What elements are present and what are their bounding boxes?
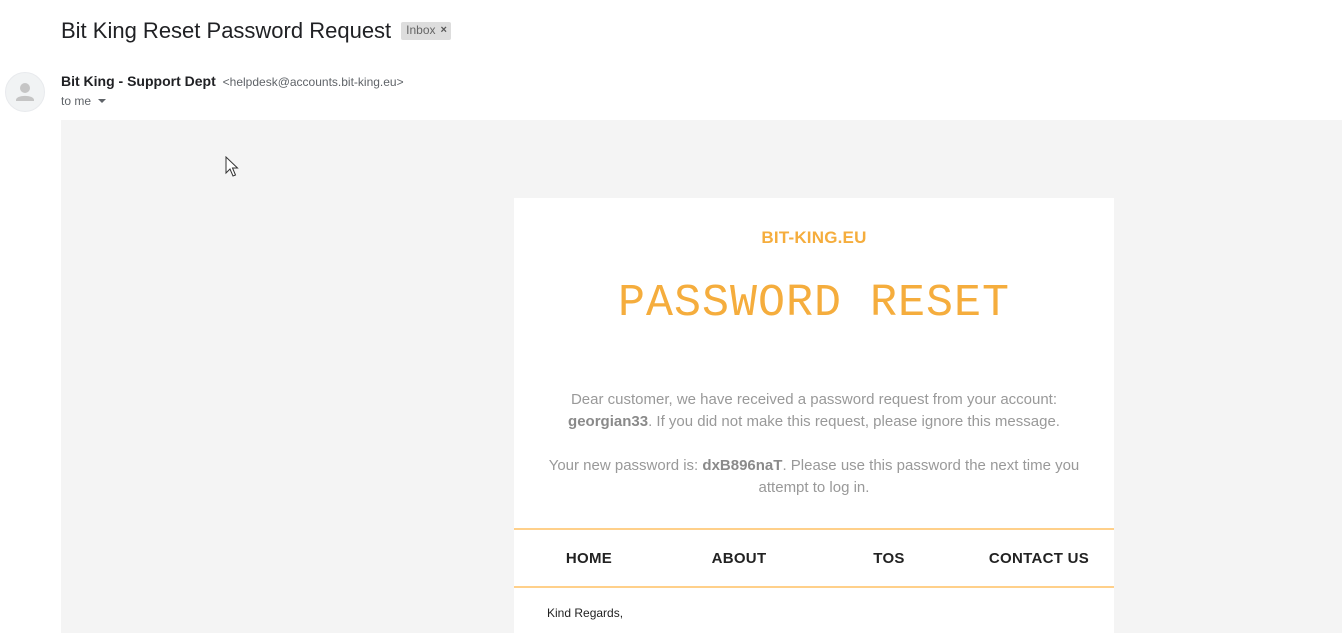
new-password: dxB896naT <box>702 457 783 474</box>
para2-start: Your new password is: <box>548 457 703 474</box>
close-icon[interactable]: × <box>441 23 447 38</box>
email-body-background: BIT-KING.EU PASSWORD RESET Dear customer… <box>61 120 1342 633</box>
subject-row: Bit King Reset Password Request Inbox × <box>61 16 451 46</box>
headline: PASSWORD RESET <box>617 278 1011 329</box>
email-card: BIT-KING.EU PASSWORD RESET Dear customer… <box>514 198 1114 633</box>
avatar-icon[interactable] <box>5 72 45 112</box>
para1-end: . If you did not make this request, plea… <box>648 413 1060 430</box>
email-subject: Bit King Reset Password Request <box>61 18 392 43</box>
closing-text: Kind Regards, <box>547 606 624 620</box>
para1-start: Dear customer, we have received a passwo… <box>570 391 1058 408</box>
inbox-label-chip[interactable]: Inbox × <box>401 22 451 40</box>
nav-about-link[interactable]: ABOUT <box>664 550 814 567</box>
nav-tos-link[interactable]: TOS <box>814 550 964 567</box>
para2-end: . Please use this password the next time… <box>758 457 1080 496</box>
footer-nav: HOME ABOUT TOS CONTACT US <box>514 528 1114 588</box>
nav-home-link[interactable]: HOME <box>514 550 664 567</box>
nav-contact-link[interactable]: CONTACT US <box>964 550 1114 567</box>
brand-name: BIT-KING.EU <box>761 228 867 247</box>
recipient-details-toggle[interactable]: to me <box>61 94 107 108</box>
mouse-cursor-icon <box>225 156 239 177</box>
chevron-down-icon[interactable] <box>98 99 107 103</box>
username: georgian33 <box>568 413 649 430</box>
sender-name[interactable]: Bit King - Support Dept <box>61 73 216 89</box>
password-paragraph: Your new password is: dxB896naT. Please … <box>539 455 1089 499</box>
label-chip-text: Inbox <box>406 23 436 37</box>
message-paragraph: Dear customer, we have received a passwo… <box>539 389 1089 433</box>
email-view: Bit King Reset Password Request Inbox × … <box>0 0 1342 633</box>
to-text: to me <box>61 94 92 108</box>
sender-line: Bit King - Support Dept <helpdesk@accoun… <box>61 73 404 89</box>
sender-email: <helpdesk@accounts.bit-king.eu> <box>222 75 404 89</box>
